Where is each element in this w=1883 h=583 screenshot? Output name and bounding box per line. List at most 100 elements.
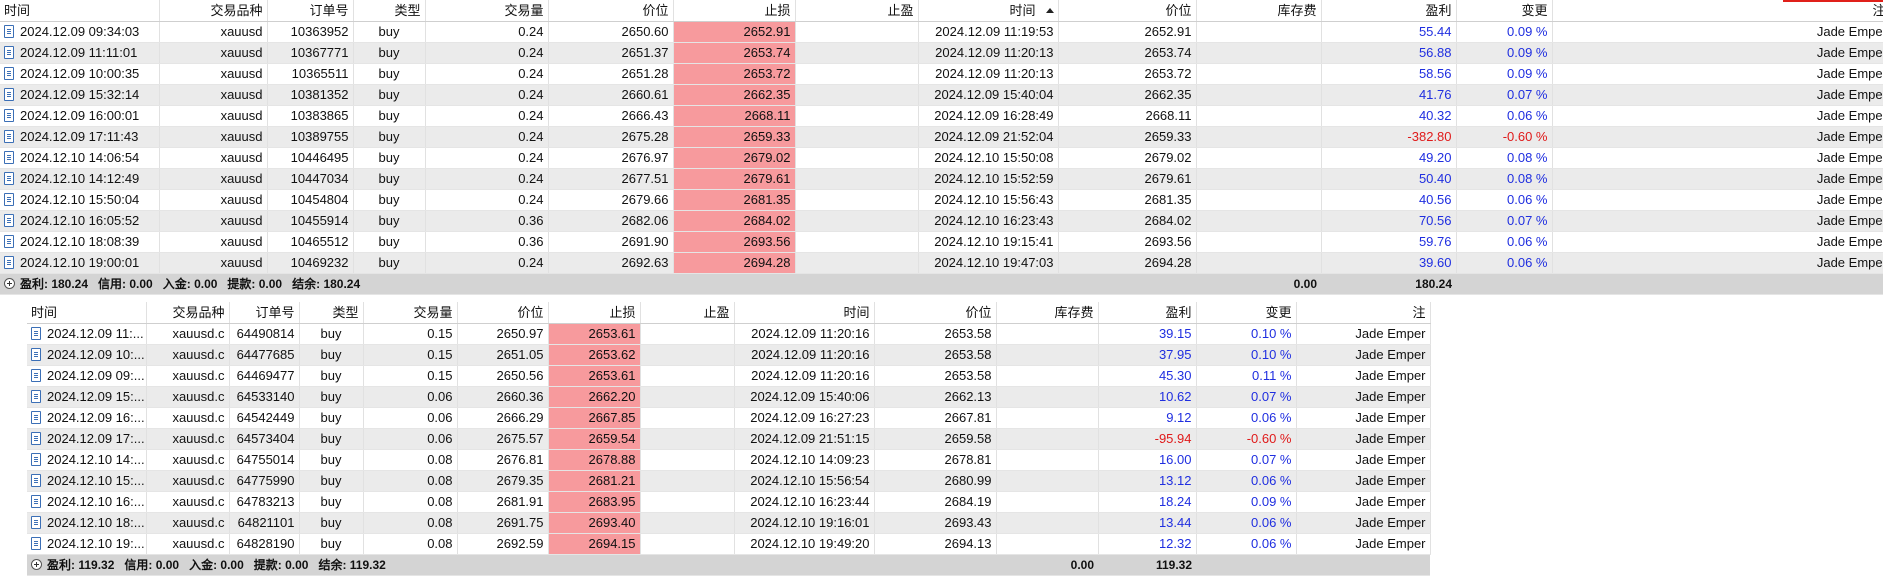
summary-row[interactable]: 盈利: 180.24 信用: 0.00 入金: 0.00 提款: 0.00 结余: 18… — [0, 273, 1883, 295]
cell-close-time: 2024.12.09 11:20:16 — [734, 365, 875, 387]
cell-time-text: 2024.12.09 09:... — [47, 368, 145, 383]
cell-order: 64828190 — [229, 533, 300, 555]
summary-deposit: 入金: 0.00 — [189, 558, 244, 572]
cell-change: 0.09 % — [1196, 491, 1297, 513]
col-header-type[interactable]: 类型 — [353, 0, 426, 22]
table-row[interactable]: 2024.12.10 14:12:49 xauusd 10447034 buy 0.24… — [0, 168, 1883, 190]
col-header-sl[interactable]: 止损 — [548, 302, 641, 324]
cell-swap — [996, 407, 1099, 429]
cell-symbol: xauusd — [159, 105, 268, 127]
table-row[interactable]: 2024.12.10 19:... xauusd.c 64828190 buy 0.08… — [27, 533, 1431, 555]
cell-volume: 0.24 — [425, 63, 549, 85]
cell-volume: 0.24 — [425, 21, 549, 43]
cell-sl: 2694.15 — [548, 533, 641, 555]
cell-comment: Jade Emperor — [1552, 126, 1883, 148]
summary-withdraw: 提款: 0.00 — [253, 558, 309, 572]
cell-change: 0.08 % — [1456, 147, 1553, 169]
table-row[interactable]: 2024.12.09 17:... xauusd.c 64573404 buy 0.06… — [27, 428, 1431, 450]
cell-volume: 0.08 — [363, 470, 458, 492]
table-row[interactable]: 2024.12.10 16:... xauusd.c 64783213 buy 0.08… — [27, 491, 1431, 513]
col-header-symbol[interactable]: 交易品种 — [146, 302, 230, 324]
cell-tp — [795, 84, 919, 106]
cell-time-text: 2024.12.09 17:... — [47, 431, 145, 446]
cell-time-text: 2024.12.09 11:... — [47, 326, 144, 341]
table-row[interactable]: 2024.12.09 15:... xauusd.c 64533140 buy 0.06… — [27, 386, 1431, 408]
table-row[interactable]: 2024.12.09 11:... xauusd.c 64490814 buy 0.15… — [27, 323, 1431, 345]
table-row[interactable]: 2024.12.09 16:00:01 xauusd 10383865 buy 0.24… — [0, 105, 1883, 127]
table-row[interactable]: 2024.12.10 16:05:52 xauusd 10455914 buy 0.36… — [0, 210, 1883, 232]
table-row[interactable]: 2024.12.10 19:00:01 xauusd 10469232 buy 0.24… — [0, 252, 1883, 274]
expand-plus-icon[interactable] — [4, 278, 15, 289]
table-row[interactable]: 2024.12.09 15:32:14 xauusd 10381352 buy 0.24… — [0, 84, 1883, 106]
cell-time-text: 2024.12.09 17:11:43 — [20, 129, 139, 144]
cell-type: buy — [353, 252, 426, 274]
history-table-bottom: 时间 交易品种 订单号 类型 交易量 价位 止损 止盈 时间 价位 库存费 盈利… — [27, 302, 1431, 576]
col-header-close-time[interactable]: 时间 — [918, 0, 1059, 22]
table-row[interactable]: 2024.12.09 16:... xauusd.c 64542449 buy 0.06… — [27, 407, 1431, 429]
cell-time-text: 2024.12.09 09:34:03 — [20, 24, 140, 39]
document-icon — [31, 348, 41, 361]
table-row[interactable]: 2024.12.09 10:... xauusd.c 64477685 buy 0.15… — [27, 344, 1431, 366]
cell-time: 2024.12.10 14:06:54 — [0, 147, 160, 169]
table-row[interactable]: 2024.12.10 18:... xauusd.c 64821101 buy 0.08… — [27, 512, 1431, 534]
cell-sl: 2678.88 — [548, 449, 641, 471]
document-icon — [31, 453, 41, 466]
summary-row[interactable]: 盈利: 119.32 信用: 0.00 入金: 0.00 提款: 0.00 结余: 11… — [27, 554, 1430, 576]
cell-change: 0.11 % — [1196, 365, 1297, 387]
sort-ascending-icon — [1045, 7, 1054, 13]
col-header-close-time[interactable]: 时间 — [734, 302, 875, 324]
col-header-change[interactable]: 变更 — [1456, 0, 1553, 22]
table-row[interactable]: 2024.12.09 10:00:35 xauusd 10365511 buy 0.24… — [0, 63, 1883, 85]
cell-tp — [640, 428, 735, 450]
col-header-order[interactable]: 订单号 — [229, 302, 300, 324]
cell-sl: 2679.61 — [673, 168, 796, 190]
col-header-close-price[interactable]: 价位 — [874, 302, 997, 324]
table-row[interactable]: 2024.12.10 14:... xauusd.c 64755014 buy 0.08… — [27, 449, 1431, 471]
cell-time: 2024.12.09 15:... — [27, 386, 147, 408]
col-header-volume[interactable]: 交易量 — [363, 302, 458, 324]
col-header-profit[interactable]: 盈利 — [1098, 302, 1197, 324]
cell-profit: 13.12 — [1098, 470, 1197, 492]
cell-close-time: 2024.12.10 15:52:59 — [918, 168, 1059, 190]
table-row[interactable]: 2024.12.09 09:... xauusd.c 64469477 buy 0.15… — [27, 365, 1431, 387]
cell-tp — [795, 126, 919, 148]
col-header-sl[interactable]: 止损 — [673, 0, 796, 22]
col-header-swap[interactable]: 库存费 — [1196, 0, 1322, 22]
col-header-tp[interactable]: 止盈 — [795, 0, 919, 22]
col-header-swap[interactable]: 库存费 — [996, 302, 1099, 324]
cell-time: 2024.12.10 19:00:01 — [0, 252, 160, 274]
cell-type: buy — [353, 126, 426, 148]
col-header-volume[interactable]: 交易量 — [425, 0, 549, 22]
col-header-symbol[interactable]: 交易品种 — [159, 0, 268, 22]
table-row[interactable]: 2024.12.09 09:34:03 xauusd 10363952 buy 0.24… — [0, 21, 1883, 43]
col-header-price[interactable]: 价位 — [457, 302, 549, 324]
col-header-profit[interactable]: 盈利 — [1321, 0, 1457, 22]
table-row[interactable]: 2024.12.10 14:06:54 xauusd 10446495 buy 0.24… — [0, 147, 1883, 169]
col-header-order[interactable]: 订单号 — [267, 0, 354, 22]
col-header-change[interactable]: 变更 — [1196, 302, 1297, 324]
cell-change: 0.06 % — [1456, 252, 1553, 274]
cell-type: buy — [299, 428, 364, 450]
cell-profit: 41.76 — [1321, 84, 1457, 106]
cell-volume: 0.24 — [425, 147, 549, 169]
col-header-comment[interactable]: 注 — [1296, 302, 1431, 324]
table-row[interactable]: 2024.12.10 15:... xauusd.c 64775990 buy 0.08… — [27, 470, 1431, 492]
cell-type: buy — [353, 210, 426, 232]
cell-tp — [640, 407, 735, 429]
col-header-type[interactable]: 类型 — [299, 302, 364, 324]
table-row[interactable]: 2024.12.10 18:08:39 xauusd 10465512 buy 0.36… — [0, 231, 1883, 253]
cell-price: 2676.81 — [457, 449, 549, 471]
col-header-price[interactable]: 价位 — [548, 0, 674, 22]
table-row[interactable]: 2024.12.09 11:11:01 xauusd 10367771 buy 0.24… — [0, 42, 1883, 64]
col-header-time[interactable]: 时间 — [27, 302, 147, 324]
cell-time-text: 2024.12.09 15:32:14 — [20, 87, 140, 102]
table-row[interactable]: 2024.12.09 17:11:43 xauusd 10389755 buy 0.24… — [0, 126, 1883, 148]
expand-plus-icon[interactable] — [31, 559, 42, 570]
col-header-close-price[interactable]: 价位 — [1058, 0, 1197, 22]
cell-price: 2679.35 — [457, 470, 549, 492]
cell-comment: Jade Emperor — [1552, 168, 1883, 190]
col-header-tp[interactable]: 止盈 — [640, 302, 735, 324]
col-header-time[interactable]: 时间 — [0, 0, 160, 22]
col-header-comment[interactable]: 注释 — [1552, 0, 1883, 22]
table-row[interactable]: 2024.12.10 15:50:04 xauusd 10454804 buy 0.24… — [0, 189, 1883, 211]
